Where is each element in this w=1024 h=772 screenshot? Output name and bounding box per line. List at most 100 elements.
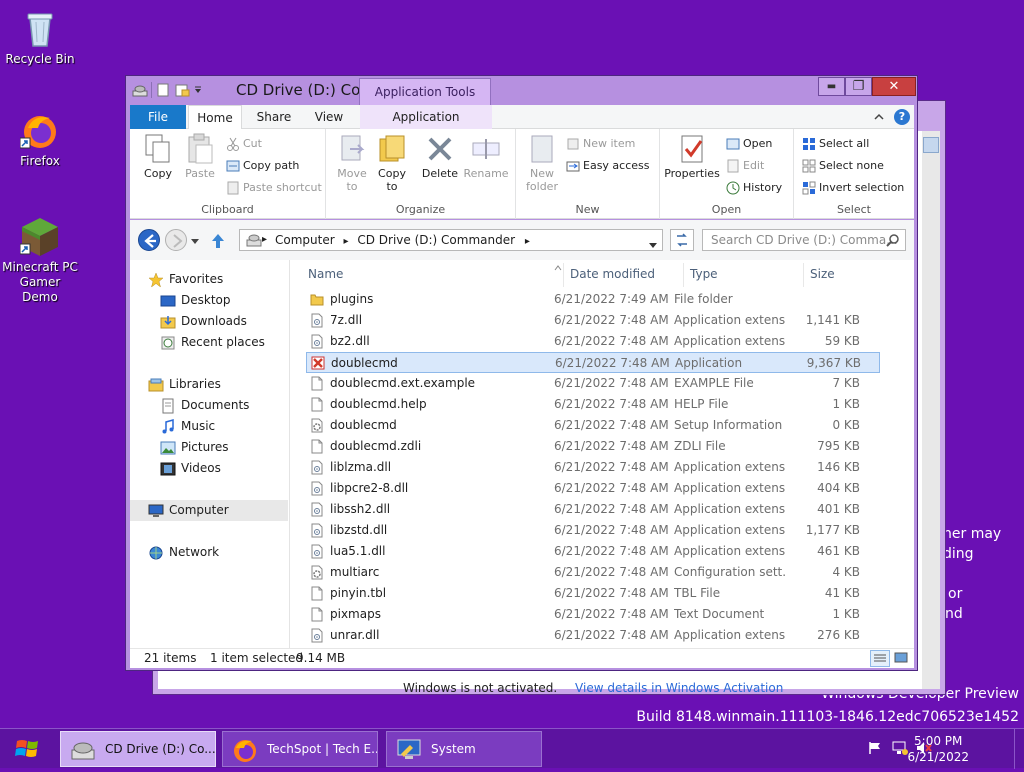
search-input[interactable]: Search CD Drive (D:) Comma... [702,229,906,251]
search-icon[interactable] [886,233,900,247]
file-row[interactable]: 7z.dll 6/21/2022 7:48 AM Application exten… [306,310,880,331]
file-row[interactable]: doublecmd 6/21/2022 7:48 AM Application 9,3… [306,352,880,373]
breadcrumb-cd-drive[interactable]: CD Drive (D:) Commander [357,233,515,247]
rename-button[interactable]: Rename [462,133,510,180]
file-row[interactable]: libzstd.dll 6/21/2022 7:48 AM Application … [306,520,880,541]
file-row[interactable]: liblzma.dll 6/21/2022 7:48 AM Application … [306,457,880,478]
maximize-button[interactable]: ❐ [845,77,872,96]
tab-share[interactable]: Share [248,105,300,129]
nav-music[interactable]: Music [130,416,288,437]
title-bar[interactable]: CD Drive (D:) Co... Application Tools ▬ … [126,76,917,105]
show-desktop-button[interactable] [1014,729,1024,769]
minimize-ribbon-icon[interactable] [872,110,886,124]
nav-recent-places[interactable]: Recent places [130,332,288,353]
up-button[interactable] [210,232,226,250]
nav-computer[interactable]: Computer [130,500,288,521]
address-dropdown[interactable] [648,236,658,248]
file-row[interactable]: doublecmd.zdli 6/21/2022 7:48 AM ZDLI File… [306,436,880,457]
new-item-button[interactable]: New item [566,135,635,153]
file-row[interactable]: doublecmd 6/21/2022 7:48 AM Setup Informat… [306,415,880,436]
easy-access-button[interactable]: Easy access [566,157,650,175]
select-none-button[interactable]: Select none [802,157,884,175]
nav-documents[interactable]: Documents [130,395,288,416]
nav-desktop[interactable]: Desktop [130,290,288,311]
column-header-date-modified[interactable]: Date modified [564,263,684,287]
network-tray-icon[interactable] [892,741,908,755]
clock[interactable]: 5:00 PM 6/21/2022 [907,733,969,765]
breadcrumb-separator[interactable]: ▸ [262,230,267,250]
paste-button[interactable]: Paste [180,133,220,180]
properties-button[interactable]: Properties [662,133,722,180]
taskbar-item-system[interactable]: System [386,731,542,767]
nav-favorites[interactable]: Favorites [130,269,288,290]
details-view-button[interactable] [870,650,890,667]
taskbar-item-firefox[interactable]: TechSpot | Tech E... [222,731,378,767]
explorer-window[interactable]: CD Drive (D:) Co... Application Tools ▬ … [125,75,918,671]
paste-shortcut-button[interactable]: Paste shortcut [226,179,322,197]
tab-view[interactable]: View [304,105,354,129]
open-button[interactable]: Open [726,135,772,153]
recent-locations-dropdown[interactable] [190,235,200,245]
delete-button[interactable]: Delete [418,133,462,180]
tab-home[interactable]: Home [188,105,242,129]
nav-network[interactable]: Network [130,542,288,563]
cut-button[interactable]: Cut [226,135,262,153]
file-row[interactable]: doublecmd.help 6/21/2022 7:48 AM HELP File… [306,394,880,415]
select-none-icon [802,159,816,173]
desktop-icon-firefox[interactable]: Firefox [0,110,80,169]
new-folder-button[interactable]: New folder [522,133,562,193]
copy-to-button[interactable]: Copy to [372,133,412,193]
refresh-button[interactable] [670,229,694,251]
large-icons-view-button[interactable] [892,650,912,667]
nav-pictures[interactable]: Pictures [130,437,288,458]
desktop-icon-minecraft[interactable]: Minecraft PC Gamer Demo [0,216,80,305]
address-bar[interactable]: ▸ Computer ▸ CD Drive (D:) Commander ▸ [239,229,663,251]
copy-path-button[interactable]: Copy path [226,157,299,175]
file-row[interactable]: multiarc 6/21/2022 7:48 AM Configuration s… [306,562,880,583]
close-button[interactable]: ✕ [872,77,916,96]
desktop-icon-recycle-bin[interactable]: Recycle Bin [0,8,80,67]
file-row[interactable]: lua5.1.dll 6/21/2022 7:48 AM Application e… [306,541,880,562]
copy-button[interactable]: Copy [138,133,178,180]
column-header-size[interactable]: Size [804,263,884,287]
column-header-name[interactable]: Name [292,263,564,287]
back-button[interactable] [138,229,160,251]
start-button[interactable] [0,729,56,769]
breadcrumb-computer[interactable]: Computer [275,233,335,247]
file-row[interactable]: pixmaps 6/21/2022 7:48 AM Text Document 1 K… [306,604,880,625]
file-row[interactable]: plugins 6/21/2022 7:49 AM File folder [306,289,880,310]
new-folder-icon[interactable] [174,82,190,98]
breadcrumb-separator[interactable]: ▸ [525,236,530,247]
file-row[interactable]: libssh2.dll 6/21/2022 7:48 AM Application … [306,499,880,520]
copy-to-icon [376,133,408,165]
history-button[interactable]: History [726,179,782,197]
forward-button[interactable] [165,229,187,251]
edit-button[interactable]: Edit [726,157,764,175]
taskbar-item-explorer[interactable]: CD Drive (D:) Co... [60,731,216,767]
file-name: pinyin.tbl [330,586,387,600]
move-to-button[interactable]: Move to [332,133,372,193]
activation-link[interactable]: View details in Windows Activation [575,681,783,695]
file-row[interactable]: doublecmd.ext.example 6/21/2022 7:48 AM EX… [306,373,880,394]
system-menu-icon[interactable] [132,82,148,98]
tab-application[interactable]: Application [360,105,492,129]
file-row[interactable]: pinyin.tbl 6/21/2022 7:48 AM TBL File 41 KB [306,583,880,604]
action-center-flag-icon[interactable] [868,741,882,755]
file-row[interactable]: bz2.dll 6/21/2022 7:48 AM Application exte… [306,331,880,352]
file-row[interactable]: libpcre2-8.dll 6/21/2022 7:48 AM Applicati… [306,478,880,499]
nav-downloads[interactable]: Downloads [130,311,288,332]
minimize-button[interactable]: ▬ [818,77,845,96]
nav-videos[interactable]: Videos [130,458,288,479]
nav-libraries[interactable]: Libraries [130,374,288,395]
select-all-button[interactable]: Select all [802,135,869,153]
properties-icon[interactable] [155,82,171,98]
file-row[interactable]: unrar.dll 6/21/2022 7:48 AM Application ex… [306,625,880,646]
column-header-type[interactable]: Type [684,263,804,287]
search-icon[interactable] [923,137,939,153]
invert-selection-button[interactable]: Invert selection [802,179,904,197]
help-icon[interactable]: ? [894,109,910,125]
breadcrumb-separator[interactable]: ▸ [343,236,348,247]
qat-customize-icon[interactable] [193,82,203,98]
background-window-scrollbar[interactable] [922,131,940,689]
tab-file[interactable]: File [130,105,186,129]
